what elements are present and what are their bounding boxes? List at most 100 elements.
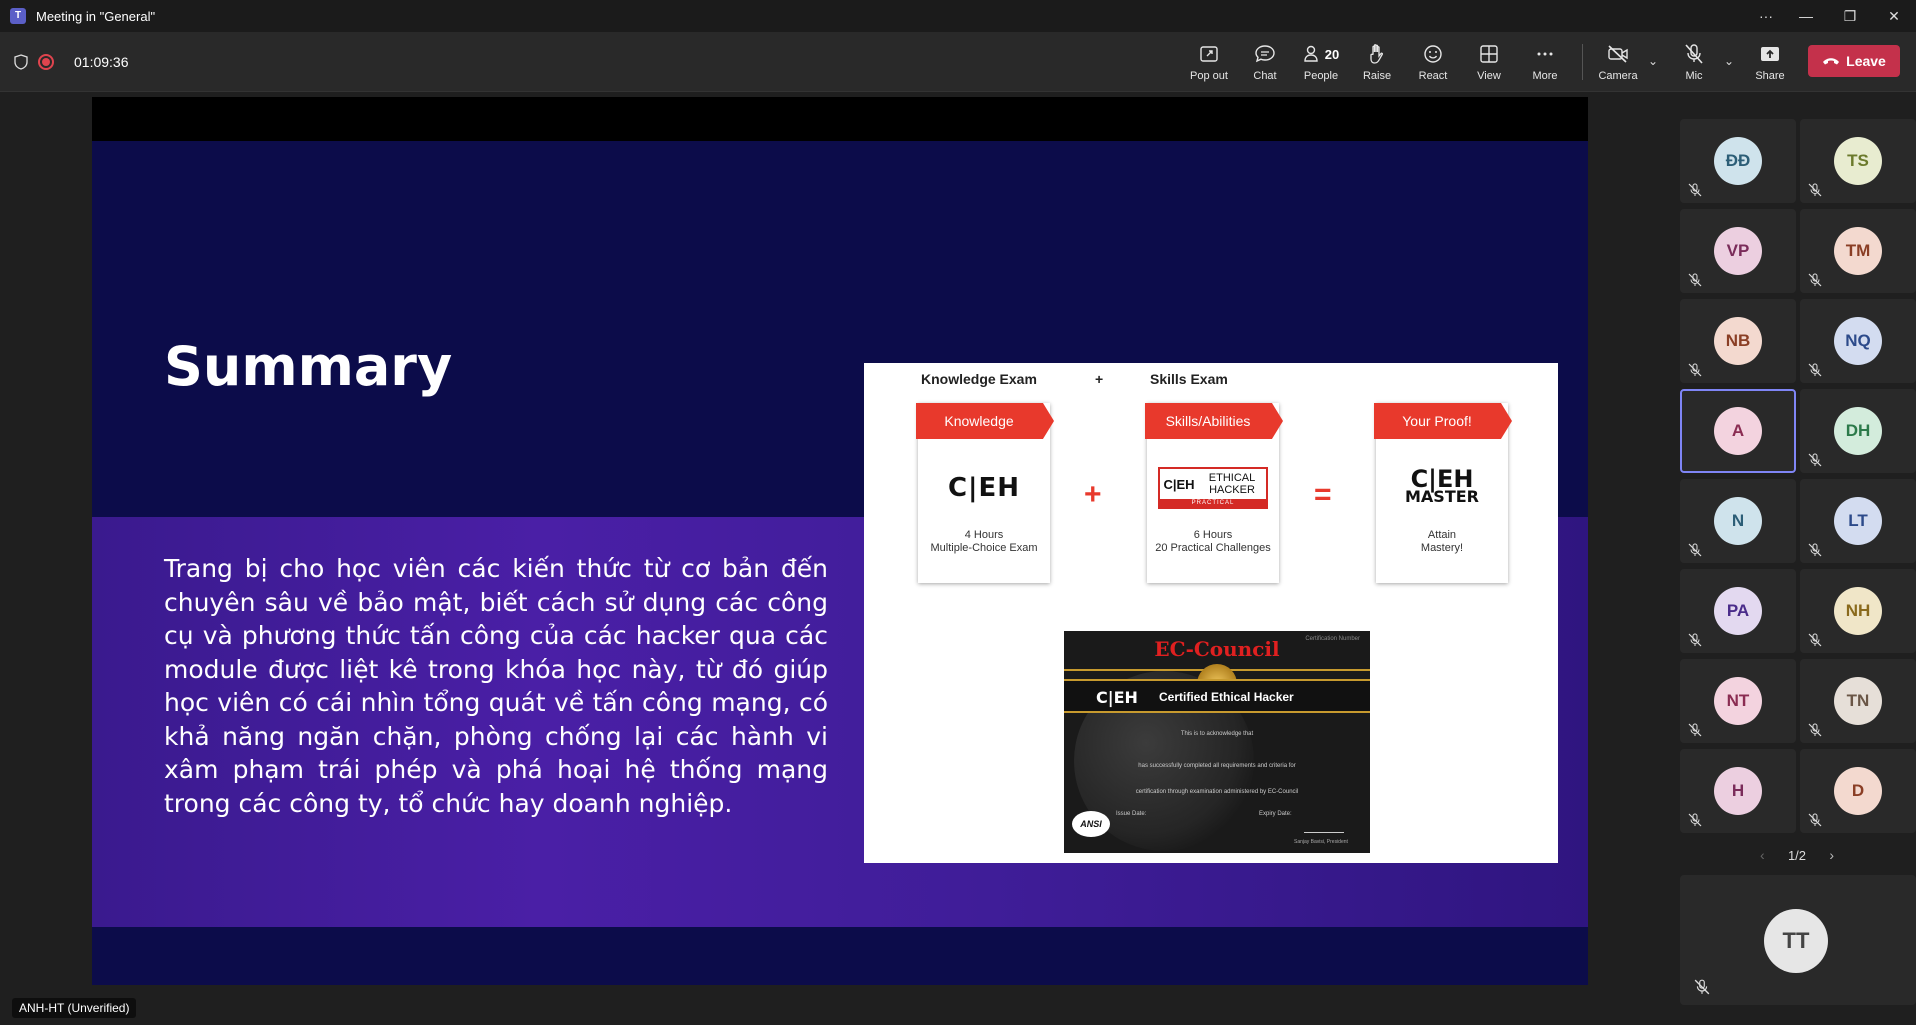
- skills-card-desc: 6 Hours 20 Practical Challenges: [1155, 529, 1271, 554]
- avatar: TS: [1834, 137, 1882, 185]
- emoji-icon: [1424, 45, 1442, 63]
- share-button[interactable]: Share: [1742, 32, 1798, 92]
- participant-tile[interactable]: LT: [1800, 479, 1916, 563]
- mic-off-icon: [1688, 183, 1702, 197]
- participant-tile[interactable]: N: [1680, 479, 1796, 563]
- chat-label: Chat: [1253, 70, 1277, 82]
- minimize-button[interactable]: —: [1784, 0, 1828, 32]
- plus-operator: +: [1084, 478, 1102, 511]
- popout-button[interactable]: Pop out: [1181, 32, 1237, 92]
- mic-button[interactable]: Mic: [1666, 32, 1722, 92]
- avatar: D: [1834, 767, 1882, 815]
- people-label: People: [1303, 70, 1339, 82]
- slide-body-text: Trang bị cho học viên các kiến thức từ c…: [164, 554, 828, 818]
- more-options-icon[interactable]: ···: [1748, 0, 1784, 32]
- participant-tile[interactable]: NH: [1800, 569, 1916, 653]
- people-button[interactable]: 20 People: [1293, 32, 1349, 92]
- participant-tile[interactable]: PA: [1680, 569, 1796, 653]
- self-video-tile[interactable]: TT: [1680, 875, 1916, 1005]
- restore-button[interactable]: ❐: [1828, 0, 1872, 32]
- signature-graphic: [1304, 821, 1344, 833]
- share-label: Share: [1755, 70, 1785, 82]
- popout-label: Pop out: [1190, 70, 1228, 82]
- ceh-exam-image: Knowledge Exam + Skills Exam Knowledge C…: [864, 363, 1558, 863]
- cert-line-1: This is to acknowledge that: [1180, 731, 1254, 737]
- leave-button[interactable]: Leave: [1808, 45, 1900, 77]
- participant-tile[interactable]: NT: [1680, 659, 1796, 743]
- avatar: LT: [1834, 497, 1882, 545]
- mic-off-icon: [1688, 543, 1702, 557]
- mic-off-icon: [1808, 273, 1822, 287]
- participant-tile[interactable]: DH: [1800, 389, 1916, 473]
- knowledge-card-desc: 4 Hours Multiple-Choice Exam: [930, 529, 1038, 554]
- raise-hand-button[interactable]: Raise: [1349, 32, 1405, 92]
- mic-off-icon: [1688, 273, 1702, 287]
- avatar: NQ: [1834, 317, 1882, 365]
- react-button[interactable]: React: [1405, 32, 1461, 92]
- participant-tile[interactable]: NQ: [1800, 299, 1916, 383]
- cert-issue-date: Issue Date:: [1116, 811, 1147, 817]
- react-label: React: [1418, 70, 1448, 82]
- participant-tile[interactable]: D: [1800, 749, 1916, 833]
- camera-button[interactable]: Camera: [1590, 32, 1646, 92]
- mic-off-icon: [1688, 633, 1702, 647]
- participant-tile[interactable]: NB: [1680, 299, 1796, 383]
- view-button[interactable]: View: [1461, 32, 1517, 92]
- mic-off-icon: [1808, 453, 1822, 467]
- avatar: VP: [1714, 227, 1762, 275]
- more-button[interactable]: More: [1517, 32, 1573, 92]
- chat-icon: [1255, 45, 1275, 63]
- chat-button[interactable]: Chat: [1237, 32, 1293, 92]
- ceh-practical-logo: C|EH ETHICAL HACKER PRACTICAL: [1147, 465, 1279, 511]
- presenter-name-label: ANH-HT (Unverified): [12, 998, 137, 1018]
- participant-tile[interactable]: TM: [1800, 209, 1916, 293]
- popout-icon: [1200, 46, 1218, 62]
- cert-title-band: C|EH Certified Ethical Hacker: [1064, 679, 1370, 713]
- avatar: DH: [1834, 407, 1882, 455]
- toolbar-divider: [1582, 44, 1583, 80]
- participant-tile-active-speaker[interactable]: A: [1680, 389, 1796, 473]
- shield-icon: [14, 54, 28, 70]
- ansi-logo: ANSI: [1072, 811, 1110, 837]
- camera-options-chevron-icon[interactable]: ⌄: [1648, 54, 1658, 68]
- more-label: More: [1532, 70, 1558, 82]
- cert-expiry-date: Expiry Date:: [1259, 811, 1292, 817]
- window-title: Meeting in "General": [36, 8, 156, 24]
- close-button[interactable]: ✕: [1872, 0, 1916, 32]
- cert-line-3: certification through examination admini…: [1135, 789, 1299, 795]
- plus-heading: +: [1095, 371, 1104, 387]
- hang-up-icon: [1823, 58, 1840, 65]
- skills-tag: Skills/Abilities: [1145, 403, 1283, 439]
- participant-tile[interactable]: H: [1680, 749, 1796, 833]
- mic-off-icon: [1808, 813, 1822, 827]
- avatar: N: [1714, 497, 1762, 545]
- participant-tile[interactable]: VP: [1680, 209, 1796, 293]
- meeting-timer: 01:09:36: [74, 54, 129, 70]
- pager-next-button[interactable]: ›: [1829, 847, 1834, 863]
- shared-content-stage: Summary Trang bị cho học viên các kiến t…: [92, 97, 1588, 985]
- knowledge-exam-heading: Knowledge Exam: [921, 371, 1037, 387]
- participant-tile[interactable]: TN: [1800, 659, 1916, 743]
- mic-off-icon: [1694, 979, 1710, 995]
- people-icon: [1304, 45, 1318, 62]
- raise-label: Raise: [1362, 70, 1392, 82]
- proof-tag: Your Proof!: [1374, 403, 1512, 439]
- skills-card: Skills/Abilities C|EH ETHICAL HACKER PRA…: [1145, 403, 1283, 583]
- avatar: A: [1714, 407, 1762, 455]
- mic-options-chevron-icon[interactable]: ⌄: [1724, 54, 1734, 68]
- window-titlebar: T Meeting in "General" ··· — ❐ ✕: [0, 0, 1916, 32]
- slide-footer-area: [92, 927, 1588, 985]
- camera-label: Camera: [1598, 70, 1638, 82]
- proof-card: Your Proof! C|EH MASTER Attain Mastery!: [1374, 403, 1512, 583]
- meeting-toolbar: 01:09:36 Pop out Chat 20 People Raise Re…: [0, 32, 1916, 92]
- share-icon: [1761, 47, 1779, 61]
- mic-off-icon: [1808, 723, 1822, 737]
- avatar: TN: [1834, 677, 1882, 725]
- participant-tile[interactable]: TS: [1800, 119, 1916, 203]
- mic-off-icon: [1808, 543, 1822, 557]
- equals-operator: =: [1314, 478, 1332, 511]
- ceh-logo: C|EH: [947, 473, 1021, 503]
- pager-prev-button[interactable]: ‹: [1760, 847, 1765, 863]
- participant-tile[interactable]: ĐĐ: [1680, 119, 1796, 203]
- gallery-pager: ‹ 1/2 ›: [1760, 844, 1834, 866]
